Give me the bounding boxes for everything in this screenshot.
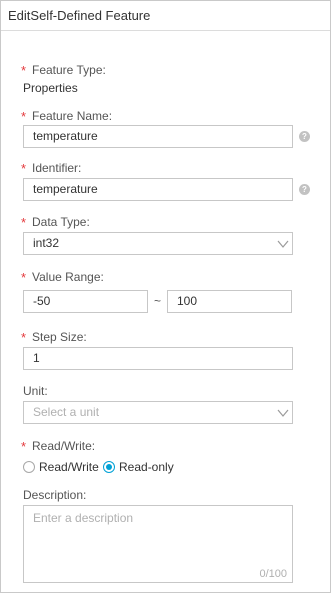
identifier-input[interactable]: temperature: [23, 178, 293, 201]
required-mark: *: [21, 215, 27, 230]
description-placeholder: Enter a description: [33, 511, 134, 525]
panel-title: EditSelf-Defined Feature: [8, 8, 151, 23]
chevron-down-icon: [277, 409, 289, 417]
edit-feature-panel: EditSelf-Defined Feature * Feature Type:…: [0, 0, 331, 593]
help-icon[interactable]: ?: [299, 131, 310, 142]
required-mark: *: [21, 63, 27, 78]
step-size-label: Step Size:: [32, 330, 87, 344]
read-write-option-label[interactable]: Read/Write: [39, 460, 99, 474]
required-mark: *: [21, 161, 27, 176]
feature-type-label: Feature Type:: [32, 63, 106, 77]
identifier-label: Identifier:: [32, 161, 82, 175]
read-only-option-label[interactable]: Read-only: [119, 460, 174, 474]
character-counter: 0/100: [259, 568, 287, 580]
chevron-down-icon: [277, 240, 289, 248]
required-mark: *: [21, 109, 27, 124]
unit-select[interactable]: Select a unit: [23, 401, 293, 424]
read-write-label: Read/Write:: [32, 439, 96, 453]
read-only-radio[interactable]: [103, 461, 115, 473]
unit-placeholder: Select a unit: [33, 405, 100, 419]
feature-type-value: Properties: [23, 81, 78, 95]
required-mark: *: [21, 439, 27, 454]
description-textarea[interactable]: Enter a description 0/100: [23, 505, 293, 583]
required-mark: *: [21, 270, 27, 285]
required-mark: *: [21, 330, 27, 345]
range-separator: ~: [154, 294, 162, 308]
read-write-radio[interactable]: [23, 461, 35, 473]
panel-header: EditSelf-Defined Feature: [1, 1, 330, 31]
description-label: Description:: [23, 488, 87, 502]
feature-name-input[interactable]: temperature: [23, 125, 293, 148]
help-icon[interactable]: ?: [299, 184, 310, 195]
value-range-label: Value Range:: [32, 270, 104, 284]
value-range-min-input[interactable]: -50: [23, 290, 148, 313]
feature-name-label: Feature Name:: [32, 109, 113, 123]
data-type-label: Data Type:: [32, 215, 90, 229]
data-type-value: int32: [33, 236, 60, 250]
step-size-input[interactable]: 1: [23, 347, 293, 370]
value-range-max-input[interactable]: 100: [167, 290, 292, 313]
data-type-select[interactable]: int32: [23, 232, 293, 255]
unit-label: Unit:: [23, 384, 48, 398]
